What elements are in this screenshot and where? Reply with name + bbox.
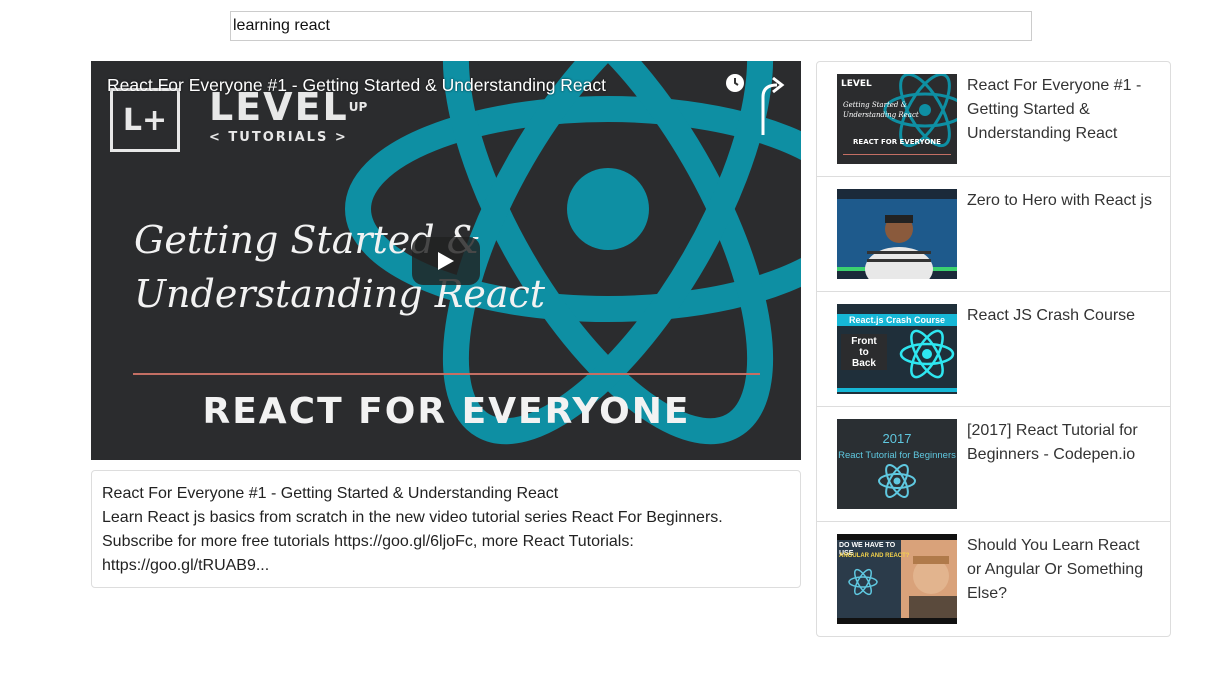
search-input[interactable] [230, 11, 1032, 41]
thumb-logo: LEVEL [841, 79, 872, 89]
presenter-image [837, 189, 957, 279]
video-thumbnail: React.js Crash Course Front to Back [837, 304, 957, 394]
thumb-subtitle: React Tutorial for Beginners [838, 450, 956, 461]
list-item[interactable]: React.js Crash Course Front to Back Reac… [817, 292, 1170, 407]
video-detail-description: Learn React js basics from scratch in th… [102, 509, 723, 574]
divider [133, 373, 760, 375]
thumb-title: Getting Started & Understanding React [843, 100, 919, 120]
thumbnail-title: Getting Started & Understanding React [134, 213, 545, 321]
thumbnail-title-line2: Understanding React [134, 272, 546, 316]
video-details: React For Everyone #1 - Getting Started … [91, 470, 801, 588]
level-up-logo-mark: L+ [110, 88, 180, 152]
thumb-box-line3: Back [852, 358, 876, 369]
list-item[interactable]: LEVEL Getting Started & Understanding Re… [817, 62, 1170, 177]
list-item[interactable]: DO WE HAVE TO USE ANGULAR AND REACT? Sho… [817, 522, 1170, 636]
video-detail-title: React For Everyone #1 - Getting Started … [102, 485, 559, 502]
video-thumbnail: DO WE HAVE TO USE ANGULAR AND REACT? [837, 534, 957, 624]
share-icon[interactable] [755, 75, 785, 137]
thumbnail-caption: REACT FOR EVERYONE [202, 391, 691, 432]
video-player[interactable]: L+ LEVELUP < TUTORIALS > React For Every… [91, 61, 801, 460]
level-up-sup: UP [348, 100, 368, 114]
thumb-title-line2: Understanding React [843, 111, 919, 119]
video-thumbnail [837, 189, 957, 279]
thumb-year: 2017 [882, 431, 912, 446]
player-title[interactable]: React For Everyone #1 - Getting Started … [107, 75, 606, 96]
thumb-box-line1: Front [851, 336, 877, 347]
play-button[interactable] [412, 237, 480, 285]
list-item[interactable]: Zero to Hero with React js [817, 177, 1170, 292]
thumb-caption: REACT FOR EVERYONE [853, 138, 941, 146]
list-item[interactable]: 2017 React Tutorial for Beginners [2017]… [817, 407, 1170, 522]
thumb-box: Front to Back [841, 334, 887, 370]
video-thumbnail: 2017 React Tutorial for Beginners [837, 419, 957, 509]
play-icon [438, 252, 454, 270]
thumb-title-line1: Getting Started & [843, 101, 907, 109]
thumbnail-title-line1: Getting Started & [134, 218, 481, 262]
video-list: LEVEL Getting Started & Understanding Re… [816, 61, 1171, 637]
thumb-tag: ANGULAR AND REACT? [839, 553, 910, 559]
video-thumbnail: LEVEL Getting Started & Understanding Re… [837, 74, 957, 164]
thumb-banner: React.js Crash Course [837, 314, 957, 326]
list-item-title: React For Everyone #1 - Getting Started … [967, 77, 1142, 142]
level-up-subtitle: < TUTORIALS > [209, 130, 348, 145]
thumb-box-line2: to [859, 347, 869, 358]
list-item-title: Should You Learn React or Angular Or Som… [967, 537, 1144, 602]
list-item-title: Zero to Hero with React js [967, 192, 1152, 209]
list-item-title: [2017] React Tutorial for Beginners - Co… [967, 422, 1138, 463]
clock-icon[interactable] [725, 73, 745, 93]
list-item-title: React JS Crash Course [967, 307, 1136, 324]
